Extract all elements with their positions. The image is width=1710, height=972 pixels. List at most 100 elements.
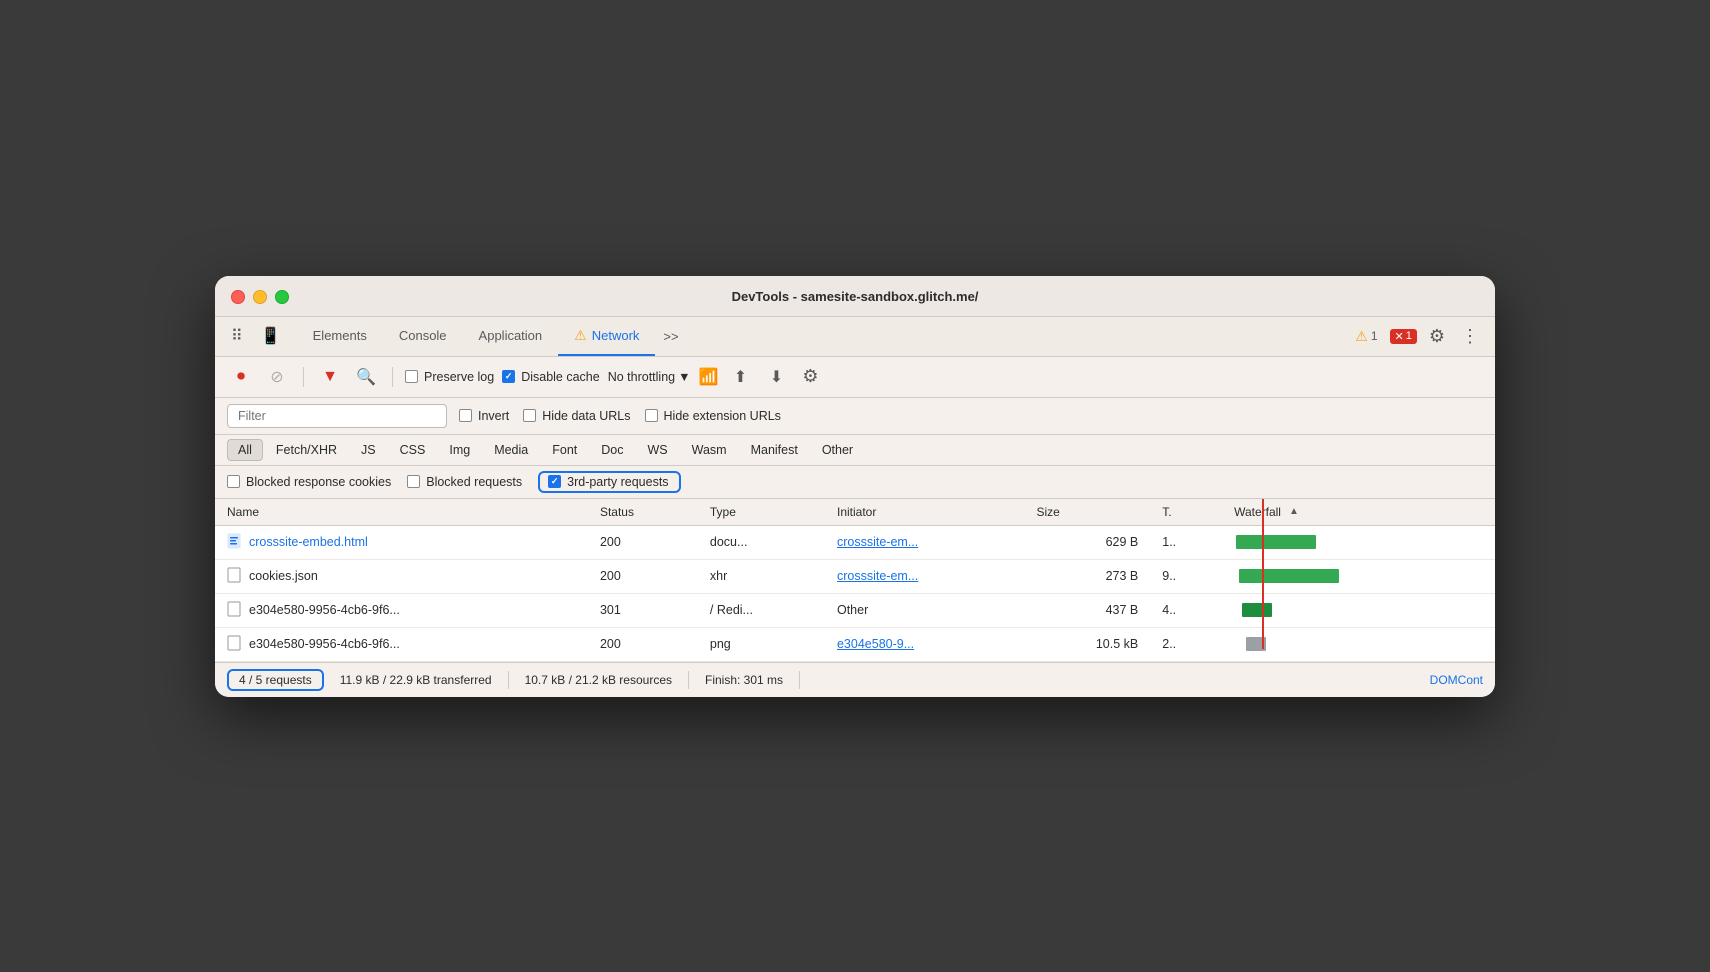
upload-download-controls: ⬆ ⬇ xyxy=(726,363,790,391)
hide-data-urls-checkbox[interactable] xyxy=(523,409,536,422)
more-options-icon[interactable]: ⋮ xyxy=(1457,320,1483,353)
upload-icon[interactable]: ⬆ xyxy=(726,363,754,391)
resources-info: 10.7 kB / 21.2 kB resources xyxy=(525,671,689,689)
sort-arrow-icon: ▲ xyxy=(1289,506,1299,517)
file-name: e304e580-9956-4cb6-9f6... xyxy=(249,637,400,651)
close-button[interactable] xyxy=(231,290,245,304)
tab-network[interactable]: ⚠ Network xyxy=(558,317,655,356)
hide-ext-urls-label[interactable]: Hide extension URLs xyxy=(645,409,781,423)
network-table-wrapper: Name Status Type Initiator Size T. Water… xyxy=(215,499,1495,662)
col-type[interactable]: Type xyxy=(698,499,825,526)
settings-gear-icon[interactable]: ⚙ xyxy=(1429,326,1445,347)
file-icon xyxy=(227,533,241,552)
type-js-button[interactable]: JS xyxy=(350,439,387,461)
type-wasm-button[interactable]: Wasm xyxy=(681,439,738,461)
error-badge: ✕ 1 xyxy=(1390,329,1417,344)
initiator-link[interactable]: e304e580-9... xyxy=(837,637,914,651)
maximize-button[interactable] xyxy=(275,290,289,304)
preserve-log-label[interactable]: Preserve log xyxy=(405,370,494,384)
throttle-dropdown-icon: ▼ xyxy=(678,370,690,384)
network-warning-icon: ⚠ xyxy=(574,327,587,344)
tab-console[interactable]: Console xyxy=(383,318,463,355)
search-icon[interactable]: 🔍 xyxy=(352,363,380,391)
filter-bar: Invert Hide data URLs Hide extension URL… xyxy=(215,398,1495,435)
invert-label[interactable]: Invert xyxy=(459,409,509,423)
filter-icon[interactable]: ▼ xyxy=(316,363,344,391)
divider-1 xyxy=(303,367,304,387)
cell-status: 200 xyxy=(588,525,698,559)
table-row[interactable]: crosssite-embed.html 200docu...crosssite… xyxy=(215,525,1495,559)
tab-elements[interactable]: Elements xyxy=(297,318,383,355)
initiator-link[interactable]: crosssite-em... xyxy=(837,535,918,549)
cell-type: docu... xyxy=(698,525,825,559)
cell-status: 200 xyxy=(588,559,698,593)
type-ws-button[interactable]: WS xyxy=(636,439,678,461)
cell-time: 9.. xyxy=(1150,559,1222,593)
error-x-icon: ✕ xyxy=(1395,330,1404,343)
cell-name: e304e580-9956-4cb6-9f6... xyxy=(215,593,588,627)
transferred-info: 11.9 kB / 22.9 kB transferred xyxy=(340,671,509,689)
network-settings-icon[interactable]: ⚙ xyxy=(802,366,818,387)
col-time[interactable]: T. xyxy=(1150,499,1222,526)
traffic-lights xyxy=(231,290,289,304)
cell-status: 301 xyxy=(588,593,698,627)
blocked-requests-label[interactable]: Blocked requests xyxy=(407,475,522,489)
blocked-response-cookies-label[interactable]: Blocked response cookies xyxy=(227,475,391,489)
type-manifest-button[interactable]: Manifest xyxy=(740,439,809,461)
initiator-link[interactable]: crosssite-em... xyxy=(837,569,918,583)
type-fetch-xhr-button[interactable]: Fetch/XHR xyxy=(265,439,348,461)
hide-ext-urls-checkbox[interactable] xyxy=(645,409,658,422)
throttle-select[interactable]: No throttling ▼ xyxy=(608,370,691,384)
col-size[interactable]: Size xyxy=(1024,499,1150,526)
table-row[interactable]: cookies.json 200xhrcrosssite-em...273 B9… xyxy=(215,559,1495,593)
cell-initiator[interactable]: e304e580-9... xyxy=(825,627,1024,661)
divider-2 xyxy=(392,367,393,387)
inspect-icon[interactable]: ⠿ xyxy=(227,320,247,352)
third-party-requests-label[interactable]: 3rd-party requests xyxy=(548,475,668,489)
blocked-response-cookies-checkbox[interactable] xyxy=(227,475,240,488)
cell-initiator[interactable]: crosssite-em... xyxy=(825,559,1024,593)
table-row[interactable]: e304e580-9956-4cb6-9f6... 301/ Redi...Ot… xyxy=(215,593,1495,627)
preserve-log-checkbox[interactable] xyxy=(405,370,418,383)
cell-type: png xyxy=(698,627,825,661)
download-icon[interactable]: ⬇ xyxy=(762,363,790,391)
tab-right-icons: ⚠ 1 ✕ 1 ⚙ ⋮ xyxy=(1355,320,1483,353)
clear-button[interactable]: ⊘ xyxy=(263,363,291,391)
filter-options: Invert Hide data URLs Hide extension URL… xyxy=(459,409,781,423)
cell-time: 4.. xyxy=(1150,593,1222,627)
invert-checkbox[interactable] xyxy=(459,409,472,422)
type-other-button[interactable]: Other xyxy=(811,439,864,461)
waterfall-bar xyxy=(1239,569,1339,583)
col-initiator[interactable]: Initiator xyxy=(825,499,1024,526)
type-media-button[interactable]: Media xyxy=(483,439,539,461)
stop-recording-button[interactable]: ⏺ xyxy=(227,363,255,391)
type-font-button[interactable]: Font xyxy=(541,439,588,461)
minimize-button[interactable] xyxy=(253,290,267,304)
third-party-requests-checkbox[interactable] xyxy=(548,475,561,488)
type-all-button[interactable]: All xyxy=(227,439,263,461)
devtools-window: DevTools - samesite-sandbox.glitch.me/ ⠿… xyxy=(215,276,1495,697)
type-img-button[interactable]: Img xyxy=(438,439,481,461)
type-css-button[interactable]: CSS xyxy=(389,439,437,461)
cookie-filter-bar: Blocked response cookies Blocked request… xyxy=(215,466,1495,499)
col-name[interactable]: Name xyxy=(215,499,588,526)
device-toolbar-icon[interactable]: 📱 xyxy=(257,320,285,352)
type-doc-button[interactable]: Doc xyxy=(590,439,634,461)
cell-type: / Redi... xyxy=(698,593,825,627)
tab-more[interactable]: >> xyxy=(655,319,686,354)
network-table: Name Status Type Initiator Size T. Water… xyxy=(215,499,1495,662)
waterfall-bar xyxy=(1236,535,1316,549)
hide-data-urls-label[interactable]: Hide data URLs xyxy=(523,409,630,423)
file-icon xyxy=(227,601,241,620)
disable-cache-label[interactable]: Disable cache xyxy=(502,370,600,384)
waterfall-red-line xyxy=(1262,499,1264,650)
col-status[interactable]: Status xyxy=(588,499,698,526)
type-filter-bar: All Fetch/XHR JS CSS Img Media Font Doc … xyxy=(215,435,1495,466)
table-row[interactable]: e304e580-9956-4cb6-9f6... 200pnge304e580… xyxy=(215,627,1495,661)
file-name: e304e580-9956-4cb6-9f6... xyxy=(249,603,400,617)
filter-input[interactable] xyxy=(227,404,447,428)
tab-application[interactable]: Application xyxy=(463,318,559,355)
disable-cache-checkbox[interactable] xyxy=(502,370,515,383)
blocked-requests-checkbox[interactable] xyxy=(407,475,420,488)
cell-initiator[interactable]: crosssite-em... xyxy=(825,525,1024,559)
